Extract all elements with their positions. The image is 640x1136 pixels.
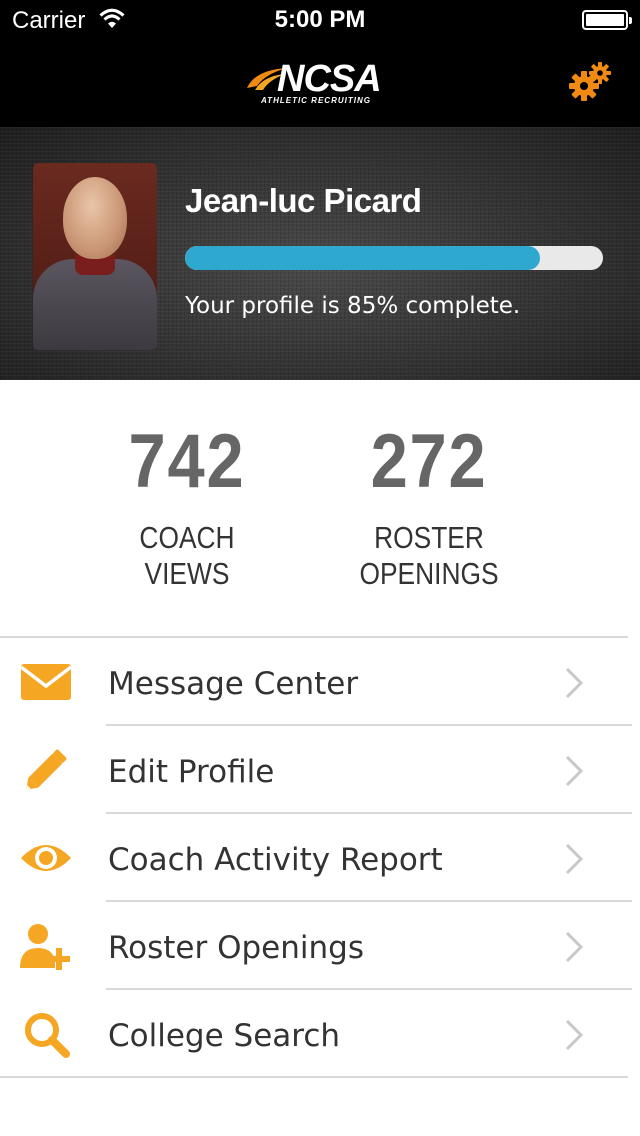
coach-views-label-line2: VIEWS bbox=[144, 556, 230, 591]
menu-item-college-search[interactable]: College Search bbox=[0, 990, 640, 1078]
roster-openings-count: 272 bbox=[370, 419, 488, 504]
menu-item-coach-activity-report[interactable]: Coach Activity Report bbox=[0, 814, 640, 902]
battery-icon bbox=[582, 10, 632, 30]
roster-openings-stat[interactable]: 272 ROSTER OPENINGS bbox=[319, 424, 539, 592]
menu-item-label: Roster Openings bbox=[108, 930, 364, 966]
menu-item-label: Message Center bbox=[108, 666, 359, 702]
menu-item-message-center[interactable]: Message Center bbox=[0, 638, 640, 726]
chevron-right-icon bbox=[565, 667, 584, 699]
chevron-right-icon bbox=[565, 843, 584, 875]
row-divider bbox=[0, 1076, 628, 1078]
avatar[interactable] bbox=[33, 163, 157, 350]
eye-icon bbox=[21, 845, 71, 871]
profile-header: Jean-luc Picard Your profile is 85% comp… bbox=[0, 127, 640, 380]
clock: 5:00 PM bbox=[274, 6, 366, 33]
roster-openings-label-line1: ROSTER bbox=[374, 520, 484, 555]
menu-item-roster-openings[interactable]: Roster Openings bbox=[0, 902, 640, 990]
menu-item-label: Edit Profile bbox=[108, 754, 275, 790]
logo-tagline: ATHLETIC RECRUITING bbox=[261, 96, 371, 105]
envelope-icon bbox=[19, 664, 73, 700]
ncsa-logo: NCSA ATHLETIC RECRUITING bbox=[245, 58, 405, 106]
settings-gears-icon[interactable] bbox=[568, 62, 612, 102]
profile-progress-bar bbox=[185, 246, 603, 270]
coach-views-label: COACH VIEWS bbox=[94, 520, 281, 592]
add-user-icon bbox=[20, 924, 70, 970]
chevron-right-icon bbox=[565, 931, 584, 963]
profile-name: Jean-luc Picard bbox=[185, 182, 422, 219]
profile-progress-fill bbox=[185, 246, 541, 270]
top-bar: Carrier 5:00 PM NCSA ATHLETIC RECRUITING bbox=[0, 0, 640, 127]
menu-item-edit-profile[interactable]: Edit Profile bbox=[0, 726, 640, 814]
roster-openings-label-line2: OPENINGS bbox=[359, 556, 499, 591]
coach-views-label-line1: COACH bbox=[139, 520, 235, 555]
coach-views-stat[interactable]: 742 COACH VIEWS bbox=[77, 424, 297, 592]
chevron-right-icon bbox=[565, 1019, 584, 1051]
logo-brand: NCSA bbox=[277, 58, 382, 100]
status-bar: Carrier 5:00 PM bbox=[0, 0, 640, 40]
menu-item-label: Coach Activity Report bbox=[108, 842, 443, 878]
search-icon bbox=[25, 1013, 70, 1058]
coach-views-count: 742 bbox=[128, 419, 246, 504]
avatar-face bbox=[63, 177, 127, 259]
profile-completion-text: Your profile is 85% complete. bbox=[185, 293, 521, 319]
roster-openings-label: ROSTER OPENINGS bbox=[336, 520, 523, 592]
chevron-right-icon bbox=[565, 755, 584, 787]
pencil-icon bbox=[26, 749, 67, 790]
menu-item-label: College Search bbox=[108, 1018, 341, 1054]
